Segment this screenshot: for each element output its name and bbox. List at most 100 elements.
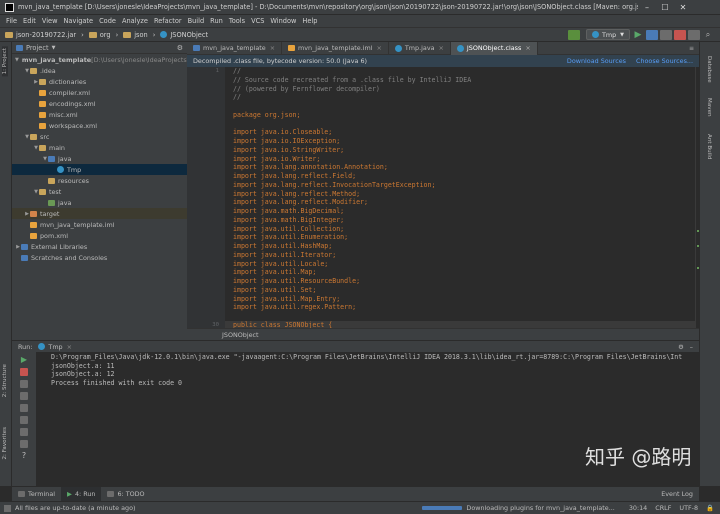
editor-footer-crumb[interactable]: JSONObject <box>222 331 259 339</box>
tab-jsonobject-class[interactable]: JSONObject.class × <box>450 41 538 55</box>
database-tool-tab[interactable]: Database <box>706 56 712 83</box>
tree-item[interactable]: ▶ External Libraries <box>12 241 187 252</box>
tree-item[interactable]: Tmp <box>12 164 187 175</box>
run-tab-tmp[interactable]: Tmp <box>48 343 62 351</box>
caret-position[interactable]: 30:14 <box>629 504 647 512</box>
run-config-select[interactable]: Tmp ▼ <box>585 29 630 40</box>
download-sources-link[interactable]: Download Sources <box>567 57 626 65</box>
settings-icon[interactable] <box>20 404 28 412</box>
close-tab-icon[interactable]: × <box>439 44 444 52</box>
menu-analyze[interactable]: Analyze <box>122 17 148 25</box>
tree-item[interactable]: ▼ main <box>12 142 187 153</box>
tree-item[interactable]: encodings.xml <box>12 98 187 109</box>
todo-tab[interactable]: 6: TODO <box>101 487 150 502</box>
pause-icon[interactable] <box>20 380 28 388</box>
code-line: // <box>233 93 241 102</box>
run-tab[interactable]: ▶ 4: Run <box>61 486 102 502</box>
stop-icon[interactable] <box>20 368 28 376</box>
close-tab-icon[interactable]: × <box>525 44 530 52</box>
menu-code[interactable]: Code <box>99 17 116 25</box>
rerun-icon[interactable]: ▶ <box>20 356 28 364</box>
tree-item[interactable]: mvn_java_template.iml <box>12 219 187 230</box>
tree-item[interactable]: ▶ dictionaries <box>12 76 187 87</box>
breadcrumb-class[interactable]: JSONObject <box>160 31 208 39</box>
project-structure-icon[interactable] <box>688 29 700 40</box>
tree-item[interactable]: ▼ mvn_java_template [D:\Users\jonesle\Ide… <box>12 54 254 65</box>
close-tab-icon[interactable]: × <box>377 44 382 52</box>
maximize-button[interactable]: ☐ <box>656 3 674 12</box>
code-line: import java.util.HashMap; <box>233 242 333 250</box>
gear-icon[interactable]: ⚙ <box>678 343 684 351</box>
tab-tmp-java[interactable]: Tmp.java × <box>389 41 451 55</box>
debug-icon[interactable] <box>646 29 658 40</box>
help-icon[interactable]: ? <box>20 452 28 460</box>
tree-item[interactable]: ▼ test <box>12 186 187 197</box>
line-separator[interactable]: CRLF <box>655 504 671 512</box>
event-log-tab[interactable]: Event Log <box>655 487 699 502</box>
chevron-down-icon[interactable]: ▼ <box>15 57 19 63</box>
tree-item[interactable]: compiler.xml <box>12 87 187 98</box>
favorites-tool-tab[interactable]: 2: Favorites <box>2 427 8 460</box>
project-panel-title[interactable]: Project <box>26 44 49 52</box>
choose-sources-link[interactable]: Choose Sources... <box>636 57 693 65</box>
menu-tools[interactable]: Tools <box>229 17 245 25</box>
panel-toggle-icon[interactable] <box>4 504 11 512</box>
tree-item[interactable]: misc.xml <box>12 109 187 120</box>
terminal-tab[interactable]: Terminal <box>12 487 61 502</box>
menu-build[interactable]: Build <box>188 17 205 25</box>
pin-icon[interactable] <box>20 428 28 436</box>
layout-icon[interactable] <box>20 416 28 424</box>
tree-item[interactable]: ▼ src <box>12 131 187 142</box>
breadcrumb-org[interactable]: org <box>88 31 111 39</box>
tab-mvn-java-template[interactable]: mvn_java_template × <box>187 41 283 55</box>
tree-item[interactable]: ▼ .idea <box>12 65 187 76</box>
menu-view[interactable]: View <box>42 17 58 25</box>
tree-item[interactable]: workspace.xml <box>12 120 187 131</box>
menu-file[interactable]: File <box>6 17 17 25</box>
breadcrumb-separator: › <box>152 30 156 39</box>
coverage-icon[interactable] <box>660 29 672 40</box>
minimize-button[interactable]: – <box>638 3 656 12</box>
lock-icon[interactable]: 🔒 <box>706 504 714 512</box>
close-tab-icon[interactable]: × <box>270 44 275 52</box>
status-message: All files are up-to-date (a minute ago) <box>15 504 136 512</box>
breadcrumb-jar[interactable]: json-20190722.jar <box>5 31 76 39</box>
line-number <box>187 76 225 85</box>
structure-tool-tab[interactable]: 2: Structure <box>2 364 8 397</box>
menu-navigate[interactable]: Navigate <box>63 17 93 25</box>
menu-refactor[interactable]: Refactor <box>154 17 182 25</box>
line-number <box>187 120 225 129</box>
maven-tool-tab[interactable]: Maven <box>706 98 712 117</box>
code-editor[interactable]: //// Source code recreated from a .class… <box>225 67 695 328</box>
tree-item[interactable]: java <box>12 197 187 208</box>
hide-panel-icon[interactable]: – <box>690 343 693 351</box>
tree-item[interactable]: resources <box>12 175 187 186</box>
chevron-down-icon[interactable]: ▼ <box>52 45 56 51</box>
tab-mvn-java-template-iml[interactable]: mvn_java_template.iml × <box>282 41 389 55</box>
menu-edit[interactable]: Edit <box>23 17 36 25</box>
close-tab-icon[interactable]: × <box>67 343 72 351</box>
stop-icon[interactable] <box>674 29 686 40</box>
build-hammer-icon[interactable] <box>567 29 580 40</box>
breadcrumb-json[interactable]: json <box>123 31 148 39</box>
close-run-icon[interactable] <box>20 440 28 448</box>
ant-build-tool-tab[interactable]: Ant Build <box>706 134 712 159</box>
dump-threads-icon[interactable] <box>20 392 28 400</box>
project-tool-tab[interactable]: 1: Project <box>2 46 8 77</box>
file-encoding[interactable]: UTF-8 <box>679 504 698 512</box>
run-icon[interactable]: ▶ <box>632 30 644 40</box>
close-button[interactable]: ✕ <box>674 3 692 12</box>
tree-item[interactable]: ▼ java <box>12 153 187 164</box>
tree-item[interactable]: Scratches and Consoles <box>12 252 187 263</box>
menu-window[interactable]: Window <box>270 17 296 25</box>
menu-run[interactable]: Run <box>210 17 223 25</box>
tab-list-icon[interactable]: ≡ <box>689 45 694 52</box>
menu-help[interactable]: Help <box>302 17 317 25</box>
background-task[interactable]: Downloading plugins for mvn_java_templat… <box>466 504 614 512</box>
navigation-bar: json-20190722.jar › org › json › JSONObj… <box>0 27 720 42</box>
gear-icon[interactable]: ⚙ <box>177 44 183 52</box>
search-icon[interactable]: ⌕ <box>702 30 714 40</box>
menu-vcs[interactable]: VCS <box>251 17 264 25</box>
tree-item[interactable]: pom.xml <box>12 230 187 241</box>
tree-item[interactable]: ▶ target <box>12 208 187 219</box>
